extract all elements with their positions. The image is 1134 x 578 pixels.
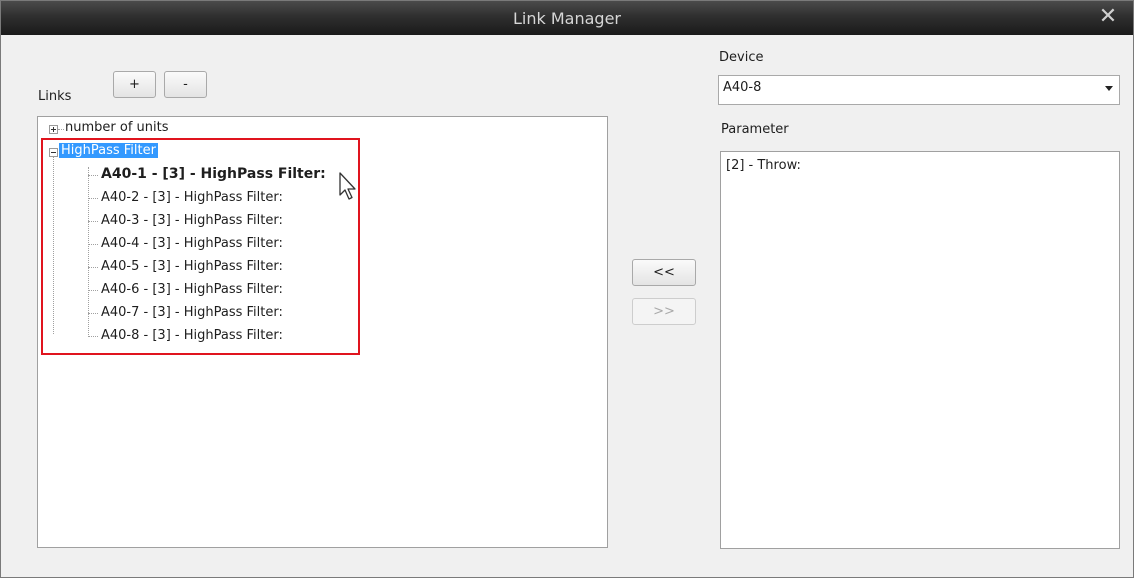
parameter-label: Parameter [721, 122, 789, 137]
device-selected-value: A40-8 [723, 80, 762, 95]
add-link-button[interactable]: + [113, 71, 156, 98]
title-bar[interactable]: Link Manager ✕ [1, 1, 1133, 35]
tree-connector [58, 129, 64, 131]
move-left-button[interactable]: << [632, 259, 696, 286]
links-label: Links [38, 89, 72, 104]
highlight-annotation-box [41, 138, 360, 355]
move-right-button[interactable]: >> [632, 298, 696, 325]
tree-node-number-of-units[interactable]: number of units [65, 120, 169, 135]
link-manager-window: Link Manager ✕ Links + - number of units… [0, 0, 1134, 578]
remove-link-button[interactable]: - [164, 71, 207, 98]
parameter-item[interactable]: [2] - Throw: [726, 158, 801, 173]
device-dropdown[interactable]: A40-8 [718, 75, 1120, 105]
parameter-list[interactable]: [2] - Throw: [720, 151, 1120, 549]
chevron-down-icon[interactable] [1105, 86, 1113, 91]
window-title: Link Manager [513, 9, 621, 28]
expand-plus-icon[interactable] [49, 125, 58, 134]
device-label: Device [719, 50, 764, 65]
close-icon[interactable]: ✕ [1097, 6, 1119, 28]
